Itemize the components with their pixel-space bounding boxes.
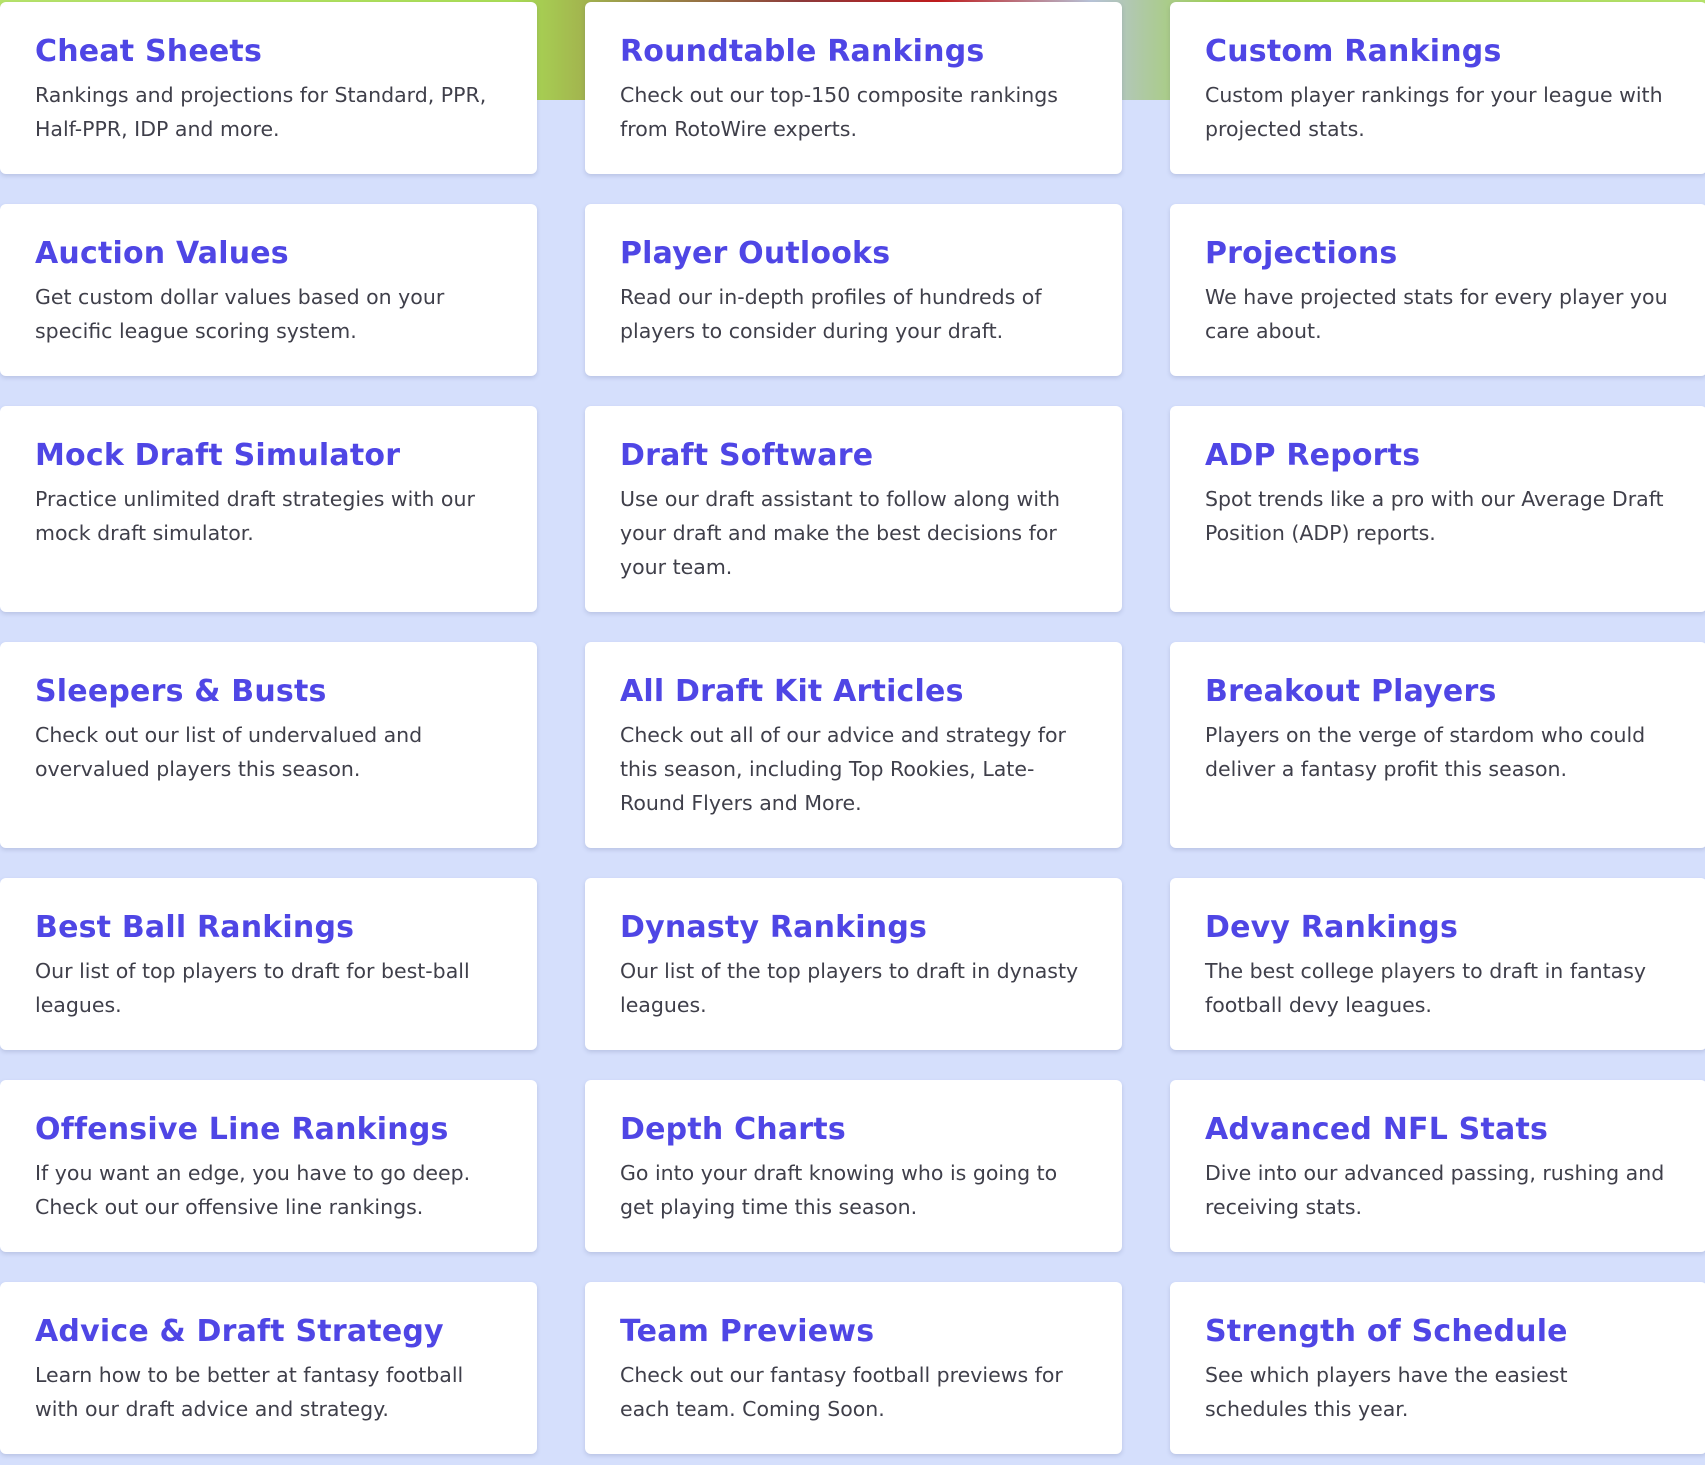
card-title[interactable]: All Draft Kit Articles xyxy=(620,674,1088,710)
card-mock-draft-simulator[interactable]: Mock Draft Simulator Practice unlimited … xyxy=(0,406,537,612)
card-auction-values[interactable]: Auction Values Get custom dollar values … xyxy=(0,204,537,376)
card-title[interactable]: ADP Reports xyxy=(1205,438,1673,474)
card-strength-of-schedule[interactable]: Strength of Schedule See which players h… xyxy=(1170,1282,1705,1454)
card-description: Our list of top players to draft for bes… xyxy=(35,959,470,1017)
card-description: Learn how to be better at fantasy footba… xyxy=(35,1363,464,1421)
card-title[interactable]: Auction Values xyxy=(35,236,503,272)
card-adp-reports[interactable]: ADP Reports Spot trends like a pro with … xyxy=(1170,406,1705,612)
card-all-draft-kit-articles[interactable]: All Draft Kit Articles Check out all of … xyxy=(585,642,1122,848)
card-description: Dive into our advanced passing, rushing … xyxy=(1205,1161,1665,1219)
card-best-ball-rankings[interactable]: Best Ball Rankings Our list of top playe… xyxy=(0,878,537,1050)
card-cheat-sheets[interactable]: Cheat Sheets Rankings and projections fo… xyxy=(0,2,537,174)
card-description: Our list of the top players to draft in … xyxy=(620,959,1079,1017)
draft-kit-grid: Cheat Sheets Rankings and projections fo… xyxy=(0,2,1705,1454)
card-description: Custom player rankings for your league w… xyxy=(1205,83,1663,141)
card-breakout-players[interactable]: Breakout Players Players on the verge of… xyxy=(1170,642,1705,848)
card-description: Get custom dollar values based on your s… xyxy=(35,285,445,343)
card-description: The best college players to draft in fan… xyxy=(1205,959,1647,1017)
card-title[interactable]: Best Ball Rankings xyxy=(35,910,503,946)
card-roundtable-rankings[interactable]: Roundtable Rankings Check out our top-15… xyxy=(585,2,1122,174)
card-title[interactable]: Devy Rankings xyxy=(1205,910,1673,946)
card-dynasty-rankings[interactable]: Dynasty Rankings Our list of the top pla… xyxy=(585,878,1122,1050)
card-title[interactable]: Advice & Draft Strategy xyxy=(35,1314,503,1350)
card-title[interactable]: Projections xyxy=(1205,236,1673,272)
card-title[interactable]: Offensive Line Rankings xyxy=(35,1112,503,1148)
card-description: Read our in-depth profiles of hundreds o… xyxy=(620,285,1042,343)
card-description: Spot trends like a pro with our Average … xyxy=(1205,487,1664,545)
card-title[interactable]: Mock Draft Simulator xyxy=(35,438,503,474)
card-description: Practice unlimited draft strategies with… xyxy=(35,487,475,545)
card-title[interactable]: Cheat Sheets xyxy=(35,34,503,70)
card-title[interactable]: Team Previews xyxy=(620,1314,1088,1350)
card-devy-rankings[interactable]: Devy Rankings The best college players t… xyxy=(1170,878,1705,1050)
card-sleepers-busts[interactable]: Sleepers & Busts Check out our list of u… xyxy=(0,642,537,848)
card-title[interactable]: Breakout Players xyxy=(1205,674,1673,710)
card-projections[interactable]: Projections We have projected stats for … xyxy=(1170,204,1705,376)
card-description: If you want an edge, you have to go deep… xyxy=(35,1161,471,1219)
card-title[interactable]: Draft Software xyxy=(620,438,1088,474)
card-team-previews[interactable]: Team Previews Check out our fantasy foot… xyxy=(585,1282,1122,1454)
card-description: Players on the verge of stardom who coul… xyxy=(1205,723,1646,781)
card-description: Use our draft assistant to follow along … xyxy=(620,487,1061,579)
card-draft-software[interactable]: Draft Software Use our draft assistant t… xyxy=(585,406,1122,612)
card-title[interactable]: Dynasty Rankings xyxy=(620,910,1088,946)
card-description: Check out our top-150 composite rankings… xyxy=(620,83,1058,141)
card-description: Check out all of our advice and strategy… xyxy=(620,723,1066,815)
card-description: Go into your draft knowing who is going … xyxy=(620,1161,1058,1219)
card-description: We have projected stats for every player… xyxy=(1205,285,1668,343)
card-description: See which players have the easiest sched… xyxy=(1205,1363,1568,1421)
card-title[interactable]: Custom Rankings xyxy=(1205,34,1673,70)
card-title[interactable]: Roundtable Rankings xyxy=(620,34,1088,70)
card-depth-charts[interactable]: Depth Charts Go into your draft knowing … xyxy=(585,1080,1122,1252)
card-offensive-line-rankings[interactable]: Offensive Line Rankings If you want an e… xyxy=(0,1080,537,1252)
card-title[interactable]: Depth Charts xyxy=(620,1112,1088,1148)
card-advanced-nfl-stats[interactable]: Advanced NFL Stats Dive into our advance… xyxy=(1170,1080,1705,1252)
card-advice-draft-strategy[interactable]: Advice & Draft Strategy Learn how to be … xyxy=(0,1282,537,1454)
card-title[interactable]: Advanced NFL Stats xyxy=(1205,1112,1673,1148)
card-player-outlooks[interactable]: Player Outlooks Read our in-depth profil… xyxy=(585,204,1122,376)
card-description: Check out our fantasy football previews … xyxy=(620,1363,1063,1421)
card-description: Check out our list of undervalued and ov… xyxy=(35,723,423,781)
card-title[interactable]: Sleepers & Busts xyxy=(35,674,503,710)
card-title[interactable]: Player Outlooks xyxy=(620,236,1088,272)
card-title[interactable]: Strength of Schedule xyxy=(1205,1314,1673,1350)
card-custom-rankings[interactable]: Custom Rankings Custom player rankings f… xyxy=(1170,2,1705,174)
card-description: Rankings and projections for Standard, P… xyxy=(35,83,487,141)
